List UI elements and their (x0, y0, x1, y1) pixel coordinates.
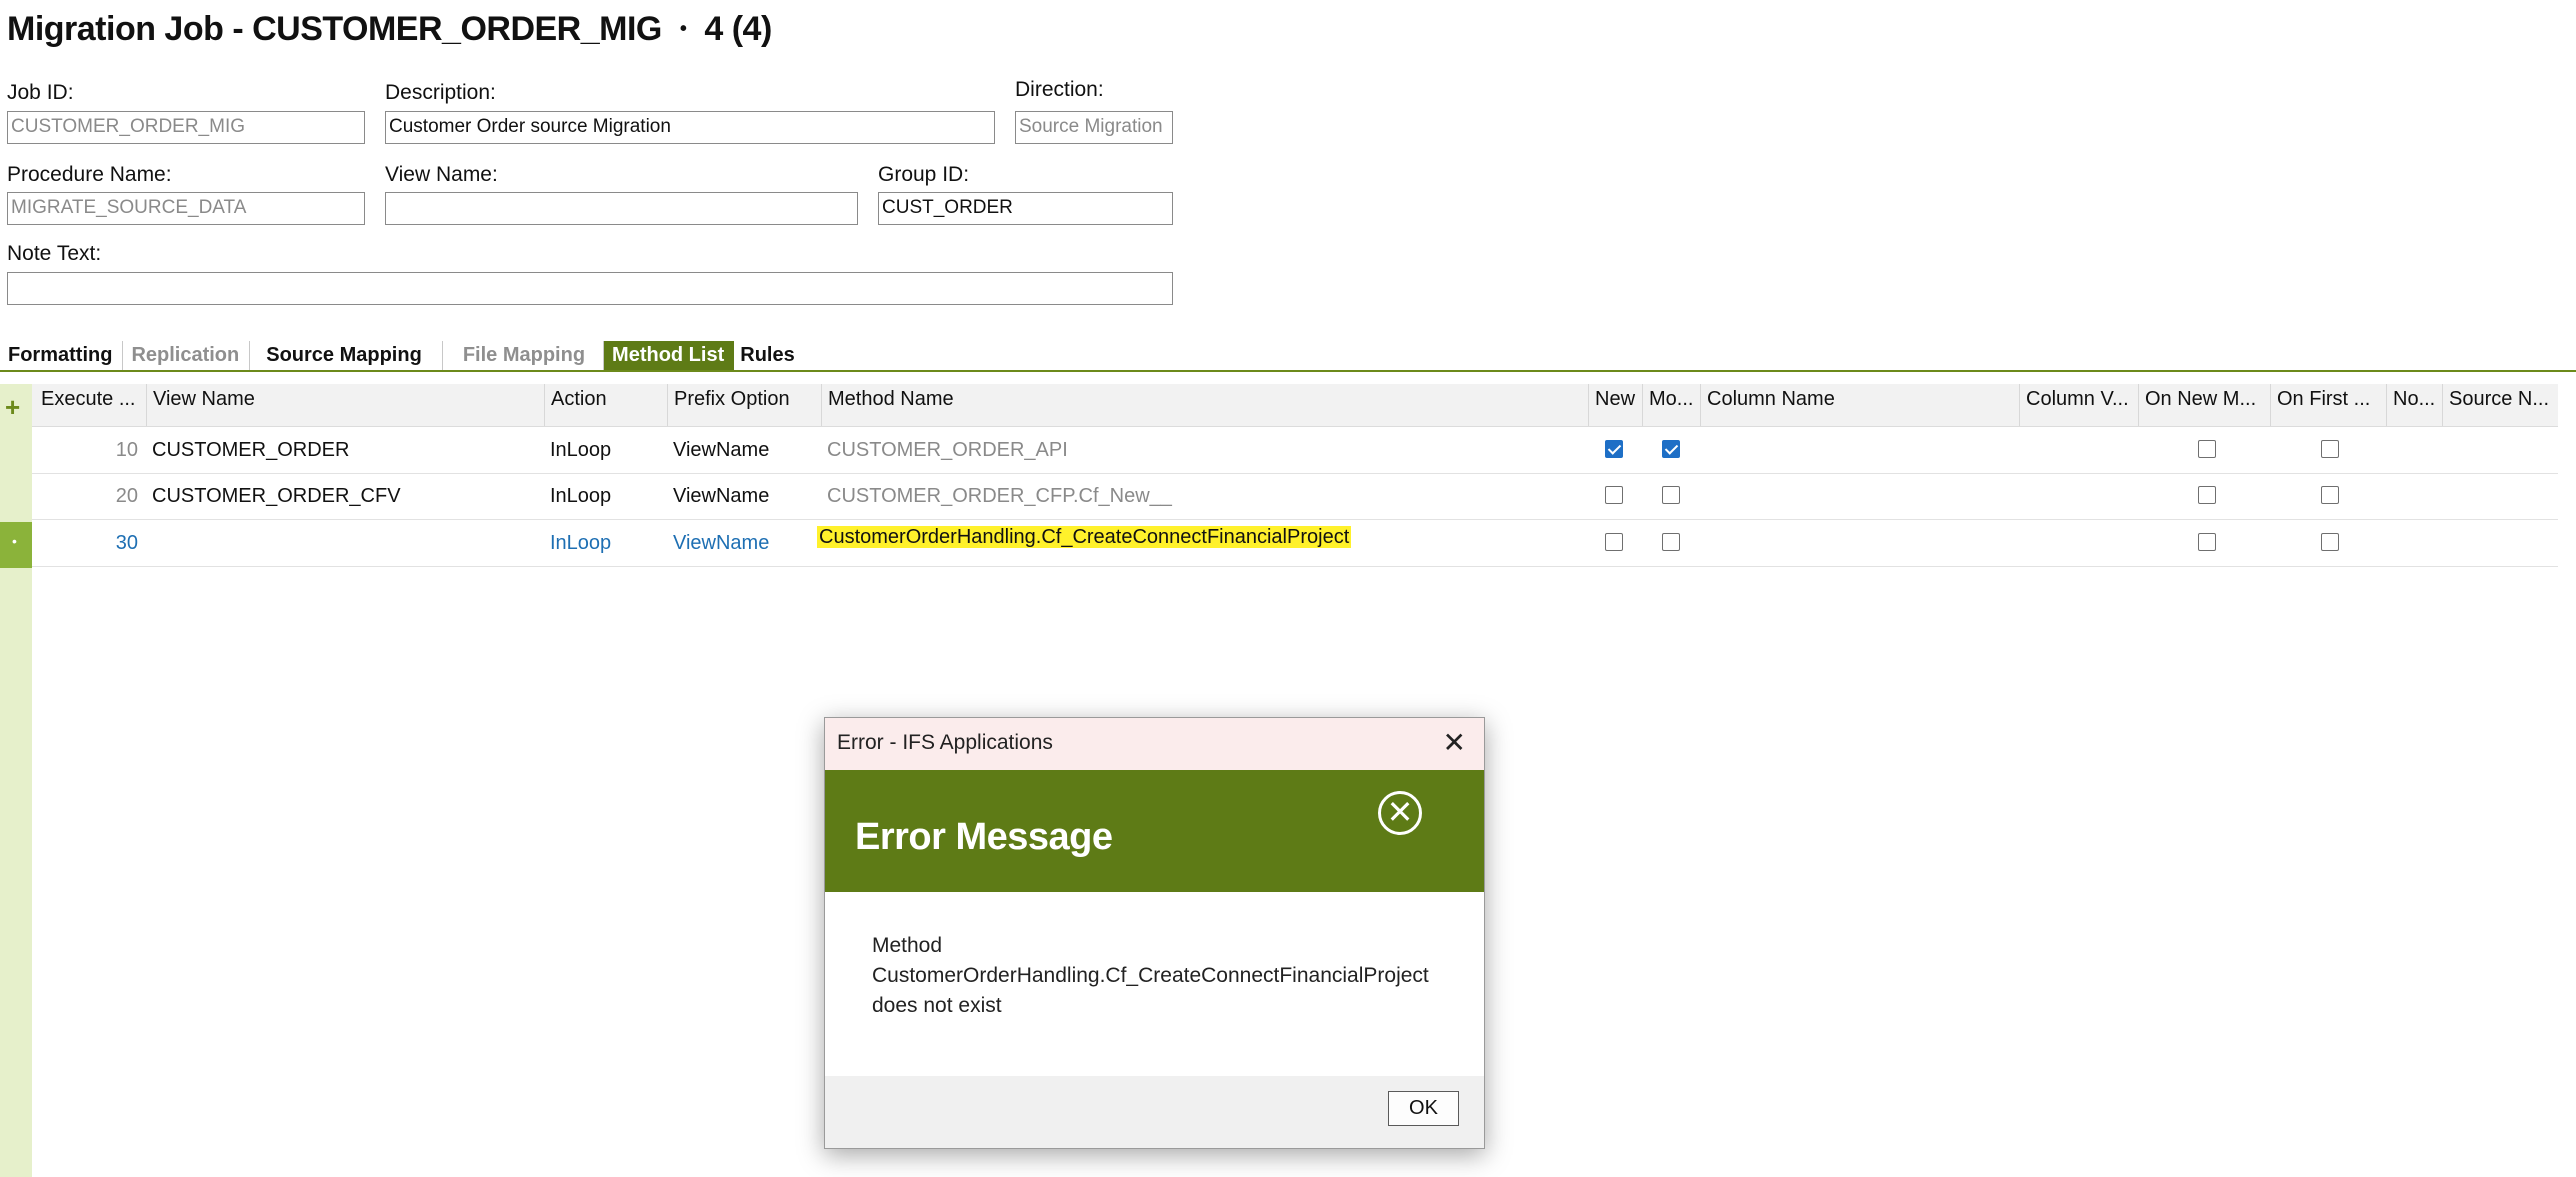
error-circle-icon: ✕ (1378, 791, 1422, 835)
new-checkbox[interactable] (1605, 533, 1623, 551)
cell-execute[interactable]: 20 (32, 473, 146, 519)
col-action[interactable]: Action (544, 384, 667, 426)
tab-rules[interactable]: Rules (734, 341, 804, 370)
procedure-name-label: Procedure Name: (7, 163, 172, 186)
cell-execute[interactable]: 30 (32, 520, 146, 566)
col-on-new[interactable]: On New M... (2138, 384, 2270, 426)
col-new[interactable]: New (1588, 384, 1642, 426)
col-column-value[interactable]: Column V... (2019, 384, 2138, 426)
row-gutter (0, 384, 32, 1177)
dialog-footer: OK (825, 1076, 1484, 1148)
cell-method-name[interactable]: CUSTOMER_ORDER_API (821, 427, 1588, 473)
cell-action[interactable]: InLoop (544, 427, 667, 473)
cell-prefix-option[interactable]: ViewName (667, 473, 821, 519)
on-first-checkbox[interactable] (2321, 486, 2339, 504)
col-modify[interactable]: Mo... (1642, 384, 1700, 426)
dialog-heading: Error Message (855, 816, 1113, 858)
dialog-message-line: does not exist (872, 994, 1002, 1017)
col-method-name[interactable]: Method Name (821, 384, 1588, 426)
cell-prefix-option[interactable]: ViewName (667, 520, 821, 566)
cell-execute[interactable]: 10 (32, 427, 146, 473)
new-checkbox[interactable] (1605, 440, 1623, 458)
row-marker-icon: • (12, 533, 17, 549)
dialog-header-band: Error Message ✕ (825, 770, 1484, 892)
description-field[interactable]: Customer Order source Migration (385, 111, 995, 144)
col-source-name[interactable]: Source N... (2442, 384, 2558, 426)
cell-action[interactable]: InLoop (544, 473, 667, 519)
plus-icon[interactable]: + (5, 392, 20, 423)
view-name-field[interactable] (385, 192, 858, 225)
col-on-first[interactable]: On First ... (2270, 384, 2386, 426)
tab-file-mapping[interactable]: File Mapping (443, 341, 605, 370)
on-first-checkbox[interactable] (2321, 440, 2339, 458)
procedure-name-field[interactable]: MIGRATE_SOURCE_DATA (7, 192, 365, 225)
error-dialog: Error - IFS Applications ✕ Error Message… (824, 717, 1485, 1149)
col-prefix-option[interactable]: Prefix Option (667, 384, 821, 426)
on-first-checkbox[interactable] (2321, 533, 2339, 551)
tab-method-list[interactable]: Method List (604, 341, 735, 370)
cell-view-name[interactable]: CUSTOMER_ORDER (146, 427, 544, 473)
tab-source-mapping[interactable]: Source Mapping (250, 341, 443, 370)
on-new-checkbox[interactable] (2198, 440, 2216, 458)
close-icon[interactable]: ✕ (1443, 726, 1466, 759)
group-id-label: Group ID: (878, 163, 970, 186)
note-text-field[interactable] (7, 272, 1173, 305)
method-name-highlight[interactable]: CustomerOrderHandling.Cf_CreateConnectFi… (817, 526, 1352, 548)
table-row[interactable]: 10 CUSTOMER_ORDER InLoop ViewName CUSTOM… (32, 427, 2558, 474)
dialog-message-line: CustomerOrderHandling.Cf_CreateConnectFi… (872, 964, 1429, 987)
record-count: 4 (4) (704, 10, 772, 48)
modify-checkbox[interactable] (1662, 440, 1680, 458)
note-text-label: Note Text: (7, 242, 102, 265)
cell-view-name[interactable] (146, 520, 544, 566)
modify-checkbox[interactable] (1662, 533, 1680, 551)
dialog-message: Method CustomerOrderHandling.Cf_CreateCo… (872, 931, 1432, 1021)
col-execute[interactable]: Execute ... (32, 384, 146, 426)
group-id-field[interactable]: CUST_ORDER (878, 192, 1173, 225)
tab-bar: Formatting Replication Source Mapping Fi… (0, 341, 805, 370)
row-selector-active[interactable]: • (0, 522, 32, 568)
page-title: Migration Job - CUSTOMER_ORDER_MIG • 4 (… (7, 10, 772, 49)
cell-method-name[interactable]: CUSTOMER_ORDER_CFP.Cf_New__ (821, 473, 1588, 519)
view-name-label: View Name: (385, 163, 498, 186)
description-label: Description: (385, 81, 496, 104)
col-column-name[interactable]: Column Name (1700, 384, 2019, 426)
title-separator: • (679, 18, 687, 40)
col-view-name[interactable]: View Name (146, 384, 544, 426)
on-new-checkbox[interactable] (2198, 533, 2216, 551)
cell-action[interactable]: InLoop (544, 520, 667, 566)
job-id-label: Job ID: (7, 81, 74, 104)
dialog-window-title: Error - IFS Applications (837, 731, 1053, 754)
cell-view-name[interactable]: CUSTOMER_ORDER_CFV (146, 473, 544, 519)
dialog-message-line: Method (872, 934, 943, 957)
direction-field[interactable]: Source Migration (1015, 111, 1173, 144)
col-no[interactable]: No... (2386, 384, 2442, 426)
cell-prefix-option[interactable]: ViewName (667, 427, 821, 473)
tab-formatting[interactable]: Formatting (0, 341, 124, 370)
job-id-field[interactable]: CUSTOMER_ORDER_MIG (7, 111, 365, 144)
on-new-checkbox[interactable] (2198, 486, 2216, 504)
new-checkbox[interactable] (1605, 486, 1623, 504)
table-row[interactable]: 20 CUSTOMER_ORDER_CFV InLoop ViewName CU… (32, 473, 2558, 520)
table-row[interactable]: 30 InLoop ViewName CustomerOrderHandling… (32, 520, 2558, 567)
tab-underline (0, 370, 2576, 372)
direction-label: Direction: (1015, 78, 1104, 101)
grid-header: Execute ... View Name Action Prefix Opti… (32, 384, 2558, 427)
tab-replication[interactable]: Replication (123, 341, 251, 370)
ok-button[interactable]: OK (1388, 1091, 1459, 1126)
modify-checkbox[interactable] (1662, 486, 1680, 504)
dialog-titlebar[interactable]: Error - IFS Applications ✕ (825, 718, 1484, 770)
cell-method-name[interactable]: CustomerOrderHandling.Cf_CreateConnectFi… (811, 520, 1588, 566)
page-title-text: Migration Job - CUSTOMER_ORDER_MIG (7, 10, 662, 48)
